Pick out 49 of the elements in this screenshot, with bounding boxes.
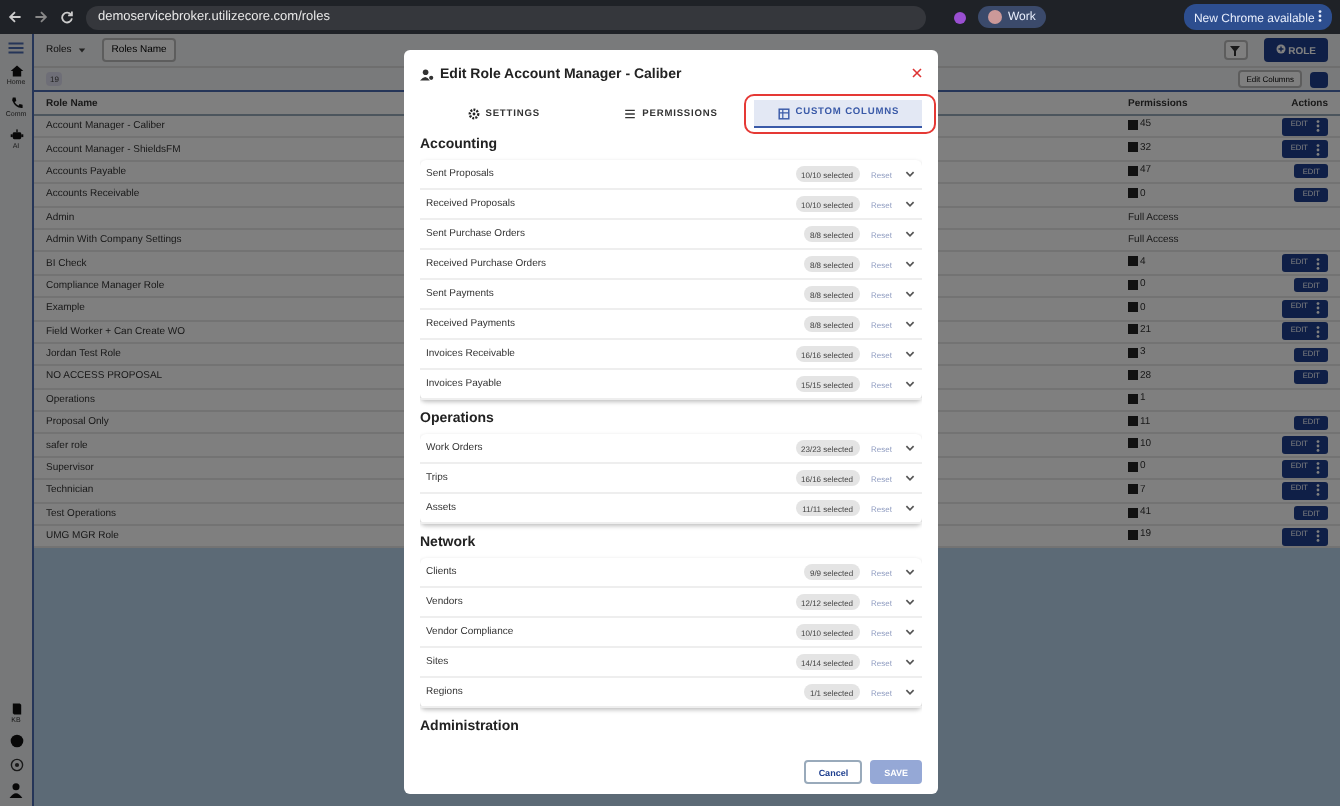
phone-icon[interactable] [9, 96, 23, 110]
document-icon [1128, 461, 1138, 472]
user-icon[interactable] [8, 782, 24, 798]
chevron-down-icon[interactable] [904, 626, 916, 638]
list-icon [624, 108, 637, 120]
chevron-down-icon[interactable] [904, 258, 916, 270]
plus-icon [1275, 43, 1286, 53]
chevron-down-icon[interactable] [904, 596, 916, 608]
user-settings-icon [420, 67, 434, 81]
chevron-down-icon[interactable] [904, 168, 916, 180]
menu-icon[interactable] [8, 42, 24, 54]
document-icon [1128, 142, 1138, 153]
help-icon[interactable] [9, 734, 23, 748]
book-icon[interactable] [9, 702, 23, 716]
robot-icon[interactable] [9, 128, 23, 142]
settings-icon [467, 108, 480, 120]
chevron-down-icon[interactable] [904, 686, 916, 698]
document-icon [1128, 119, 1138, 130]
reload-icon[interactable] [60, 10, 74, 24]
chevron-down-icon[interactable] [904, 378, 916, 390]
document-icon [1128, 188, 1138, 199]
chevron-down-icon[interactable] [904, 472, 916, 484]
document-icon [1128, 393, 1138, 404]
back-icon[interactable] [8, 10, 22, 24]
chevron-down-icon[interactable] [904, 198, 916, 210]
target-icon[interactable] [9, 758, 23, 772]
forward-icon[interactable] [34, 10, 48, 24]
home-icon[interactable] [9, 64, 23, 78]
extension-icon[interactable] [954, 11, 966, 23]
chevron-down-icon[interactable] [904, 442, 916, 454]
chevron-down-icon[interactable] [904, 566, 916, 578]
sort-button[interactable] [1310, 71, 1328, 87]
filter-button[interactable] [1223, 40, 1248, 60]
chevron-down-icon[interactable] [904, 228, 916, 240]
chevron-down-icon[interactable] [904, 348, 916, 360]
chevron-down-icon[interactable] [904, 318, 916, 330]
columns-icon [777, 107, 790, 119]
filter-icon [1230, 45, 1241, 55]
chevron-down-icon[interactable] [904, 656, 916, 668]
document-icon [1128, 256, 1138, 267]
caret-icon [77, 46, 86, 54]
chevron-down-icon[interactable] [904, 288, 916, 300]
document-icon [1128, 165, 1138, 176]
chevron-down-icon[interactable] [904, 502, 916, 514]
document-icon [1128, 279, 1138, 290]
document-icon [1128, 484, 1138, 495]
close-button[interactable] [912, 66, 922, 82]
document-icon [1128, 347, 1138, 358]
document-icon [1128, 370, 1138, 381]
